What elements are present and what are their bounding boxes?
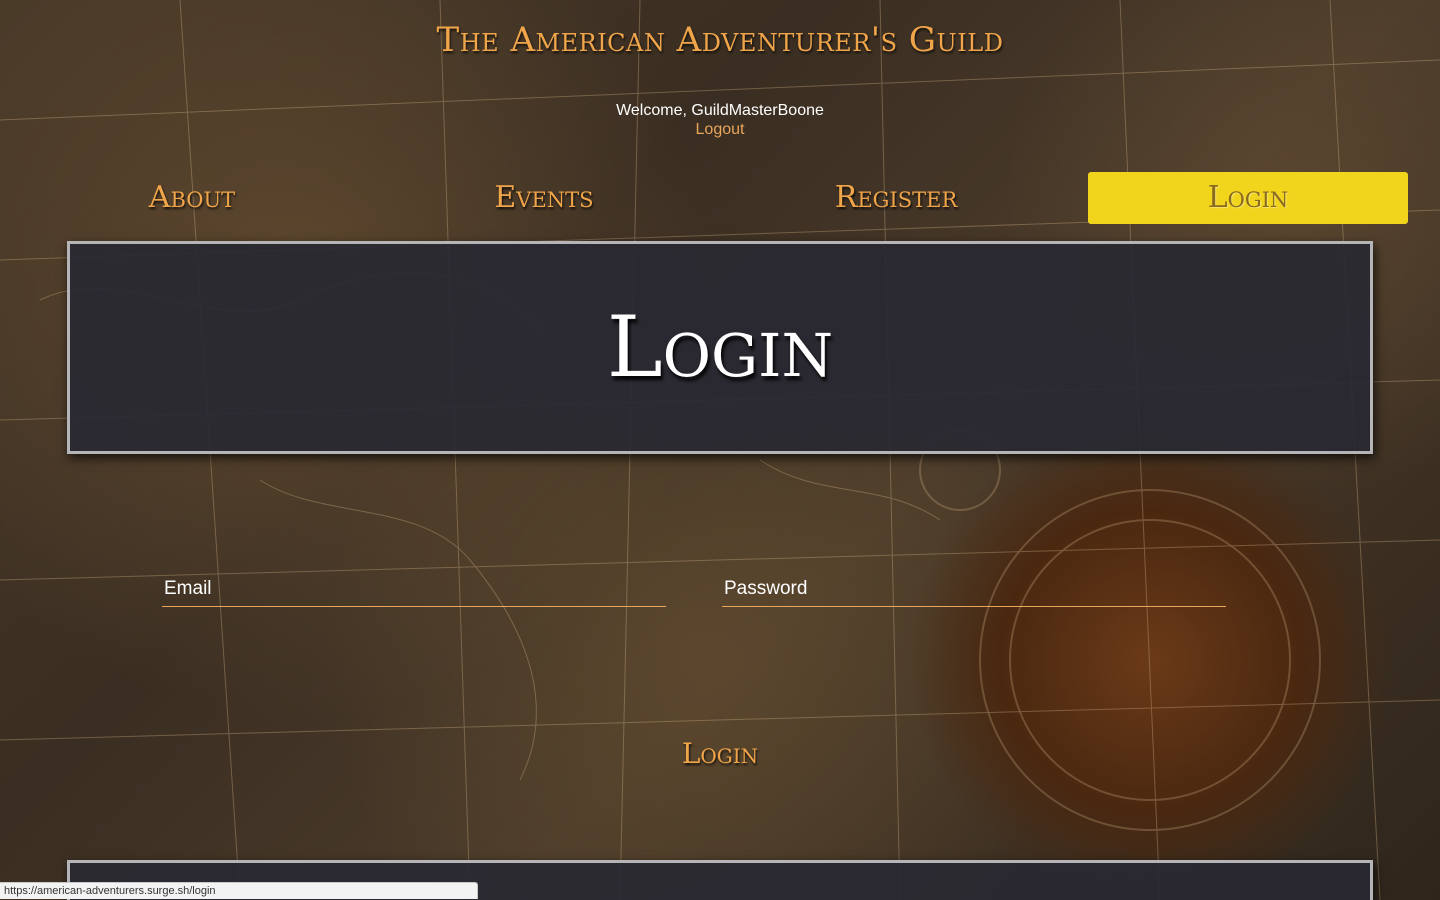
hero-panel: Login xyxy=(67,241,1373,454)
nav-item-events[interactable]: Events xyxy=(384,172,704,224)
page-title: Login xyxy=(606,298,834,396)
main-nav: About Events Register Login xyxy=(0,172,1440,226)
nav-item-register[interactable]: Register xyxy=(736,172,1056,224)
browser-status-url: https://american-adventurers.surge.sh/lo… xyxy=(0,882,478,899)
email-field[interactable] xyxy=(162,574,668,604)
nav-item-about[interactable]: About xyxy=(32,172,352,224)
logout-link[interactable]: Logout xyxy=(0,121,1440,139)
nav-item-login[interactable]: Login xyxy=(1088,172,1408,224)
password-field-wrapper xyxy=(722,574,1228,607)
email-field-wrapper xyxy=(162,574,668,607)
password-field[interactable] xyxy=(722,574,1228,604)
site-title: The American Adventurer's Guild xyxy=(436,20,1004,60)
welcome-text: Welcome, GuildMasterBoone xyxy=(616,102,824,119)
login-submit-button[interactable]: Login xyxy=(620,732,820,776)
